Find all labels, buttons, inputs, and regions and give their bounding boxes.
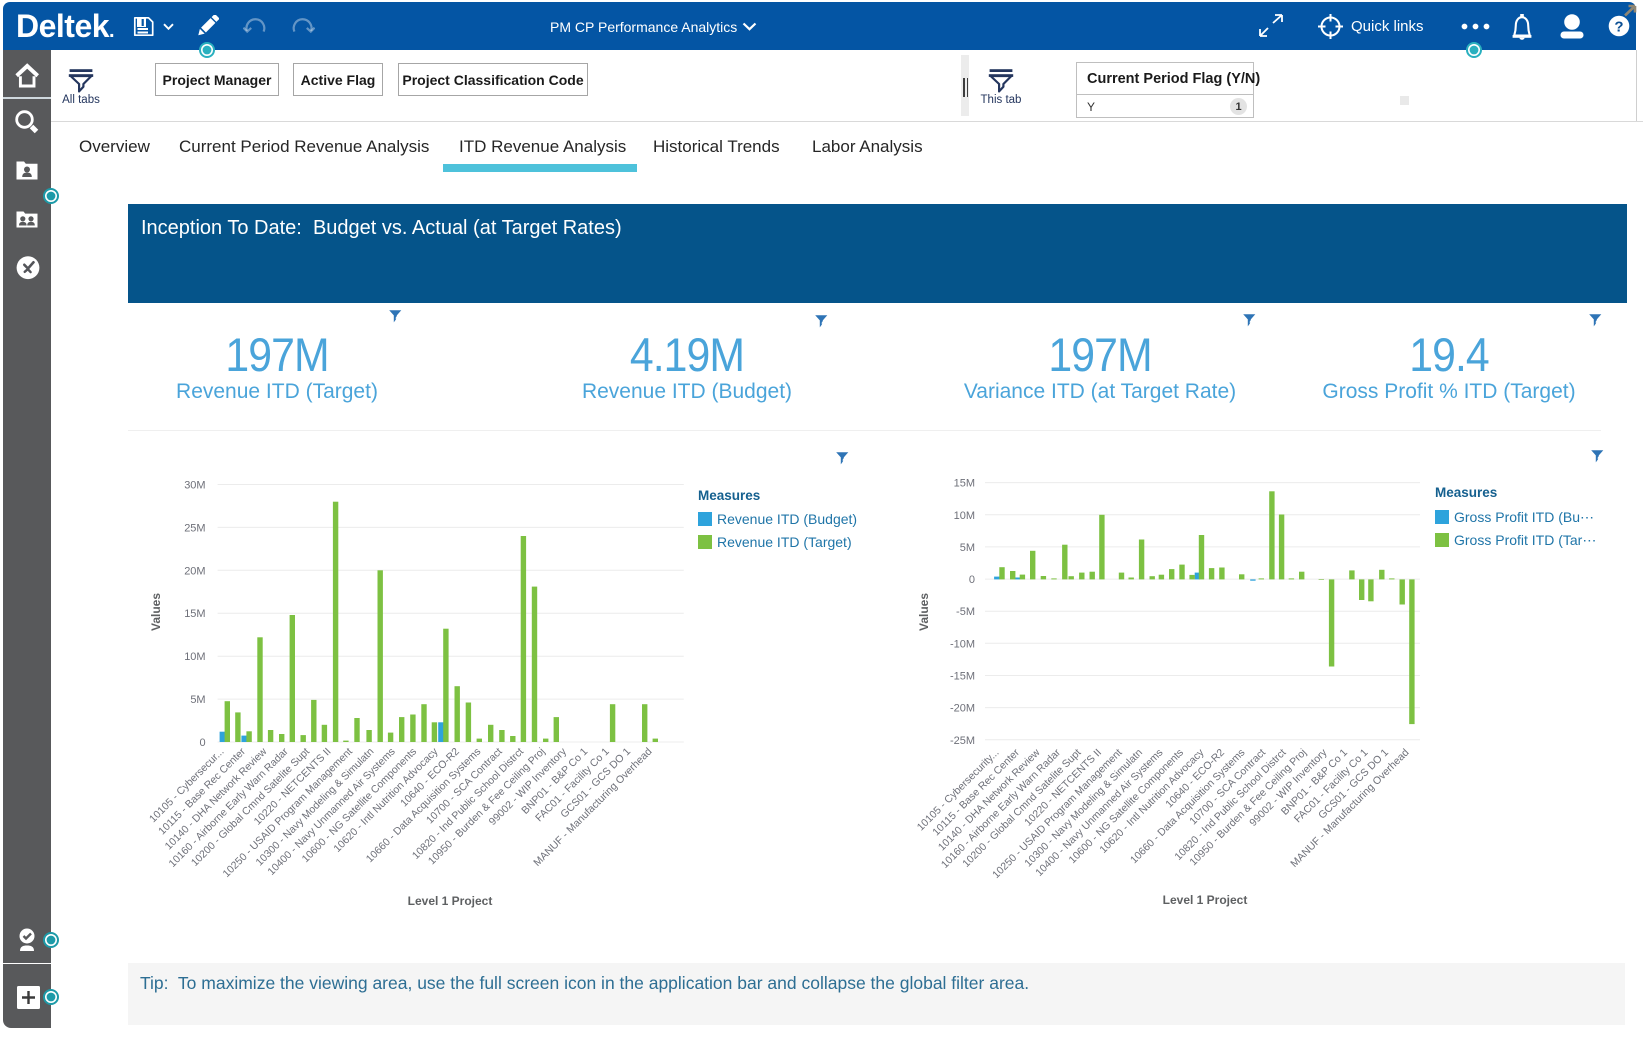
svg-text:-5M: -5M <box>956 606 975 618</box>
svg-text:10M: 10M <box>184 651 205 663</box>
svg-text:25M: 25M <box>184 522 205 534</box>
svg-text:-15M: -15M <box>950 671 975 683</box>
svg-text:Level 1 Project: Level 1 Project <box>408 894 493 908</box>
svg-text:?: ? <box>1614 19 1623 36</box>
svg-text:-25M: -25M <box>950 735 975 747</box>
svg-text:Level 1 Project: Level 1 Project <box>1163 893 1248 907</box>
svg-text:5M: 5M <box>960 542 975 554</box>
svg-text:15M: 15M <box>954 478 975 490</box>
svg-text:5M: 5M <box>190 694 205 706</box>
svg-text:Gross Profit ITD (Bu⋯: Gross Profit ITD (Bu⋯ <box>1454 509 1594 525</box>
svg-text:Measures: Measures <box>1435 485 1497 500</box>
svg-text:10M: 10M <box>954 510 975 522</box>
svg-text:15M: 15M <box>184 608 205 620</box>
svg-text:Values: Values <box>917 593 931 631</box>
svg-text:Gross Profit ITD (Tar⋯: Gross Profit ITD (Tar⋯ <box>1454 532 1596 548</box>
svg-text:Revenue ITD (Budget): Revenue ITD (Budget) <box>717 511 857 527</box>
svg-text:0: 0 <box>969 574 975 586</box>
svg-text:-10M: -10M <box>950 638 975 650</box>
svg-text:30M: 30M <box>184 480 205 492</box>
svg-text:-20M: -20M <box>950 703 975 715</box>
svg-text:Measures: Measures <box>698 488 760 503</box>
svg-text:Values: Values <box>149 593 163 631</box>
svg-text:0: 0 <box>199 737 205 749</box>
svg-text:Revenue ITD (Target): Revenue ITD (Target) <box>717 534 852 550</box>
svg-text:20M: 20M <box>184 565 205 577</box>
